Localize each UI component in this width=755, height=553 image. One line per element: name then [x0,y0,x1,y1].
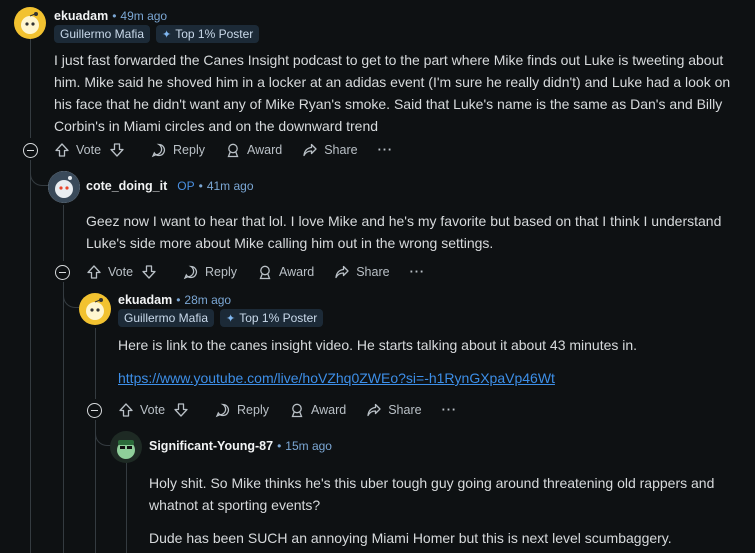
user-flair: Guillermo Mafia [118,309,215,327]
snoo-avatar-icon [86,298,104,320]
separator-dot: • [198,179,203,193]
downvote-icon [174,403,188,417]
avatar[interactable] [48,171,80,203]
upvote-button[interactable]: Vote [86,264,133,280]
share-icon [367,403,381,417]
comment-actions: Vote Reply Award Share ··· [54,142,413,158]
upvote-button[interactable]: Vote [54,142,101,158]
top-poster-flair: ✦ Top 1% Poster [220,309,324,327]
share-label: Share [324,143,358,157]
thread-line [30,160,31,553]
vote-label: Vote [76,143,102,157]
separator-dot: • [176,293,181,307]
award-label: Award [279,265,315,279]
comment-actions: Vote Reply Award Share ··· [118,402,477,418]
downvote-button[interactable] [141,264,163,280]
username[interactable]: ekuadam [118,293,172,307]
snoo-avatar-icon [48,171,80,203]
vote-label: Vote [108,265,134,279]
snoo-avatar-icon [117,440,135,459]
comment-body: Holy shit. So Mike thinks he's this uber… [149,475,715,513]
share-label: Share [356,265,390,279]
reply-button[interactable]: Reply [183,264,237,280]
more-options-button[interactable]: ··· [378,143,394,157]
avatar[interactable] [79,293,111,325]
award-label: Award [247,143,283,157]
comment-body: I just fast forwarded the Canes Insight … [54,52,731,134]
timestamp: 15m ago [285,439,332,453]
upvote-icon [87,265,101,279]
reply-button[interactable]: Reply [151,142,205,158]
collapse-thread-button[interactable] [55,265,70,280]
award-icon [291,403,303,418]
separator-dot: • [112,9,117,23]
comment-body-paragraph: Dude has been SUCH an annoying Miami Hom… [149,530,672,546]
upvote-icon [119,403,133,417]
sparkle-icon: ✦ [162,28,172,41]
more-options-button[interactable]: ··· [410,265,426,279]
youtube-link[interactable]: https://www.youtube.com/live/hoVZhq0ZWEo… [118,370,555,386]
share-label: Share [388,403,422,417]
thread-line [30,38,31,138]
snoo-avatar-icon [21,12,39,34]
collapse-thread-button[interactable] [23,143,38,158]
top-poster-flair: ✦ Top 1% Poster [156,25,260,43]
reply-button[interactable]: Reply [215,402,269,418]
share-button[interactable]: Share [366,402,422,418]
comment-actions: Vote Reply Award Share ··· [86,264,445,280]
downvote-icon [142,265,156,279]
award-button[interactable]: Award [225,142,282,158]
award-icon [227,143,239,158]
thread-connector [63,282,79,308]
reply-icon [215,403,230,418]
downvote-button[interactable] [109,142,131,158]
share-icon [303,143,317,157]
reply-label: Reply [205,265,237,279]
thread-connector [30,160,48,186]
user-flair: Guillermo Mafia [54,25,151,43]
thread-line [63,282,64,553]
thread-line [63,205,64,261]
upvote-icon [55,143,69,157]
timestamp: 28m ago [184,293,232,307]
award-icon [259,265,271,280]
downvote-button[interactable] [173,402,195,418]
award-label: Award [311,403,347,417]
vote-label: Vote [140,403,166,417]
thread-line [126,463,127,553]
award-button[interactable]: Award [257,264,314,280]
op-badge: OP [177,179,195,193]
comment-body: Geez now I want to hear that lol. I love… [86,213,722,251]
avatar[interactable] [14,7,46,39]
share-button[interactable]: Share [302,142,358,158]
timestamp: 41m ago [206,179,254,193]
username[interactable]: Significant-Young-87 [149,439,273,453]
award-button[interactable]: Award [289,402,346,418]
username[interactable]: ekuadam [54,9,108,23]
username[interactable]: cote_doing_it [86,179,167,193]
downvote-icon [110,143,124,157]
collapse-thread-button[interactable] [87,403,102,418]
thread-connector [95,420,111,446]
share-button[interactable]: Share [334,264,390,280]
thread-line [95,328,96,399]
reply-label: Reply [237,403,269,417]
sparkle-icon: ✦ [226,312,236,325]
reply-label: Reply [173,143,205,157]
timestamp: 49m ago [120,9,168,23]
more-options-button[interactable]: ··· [442,403,458,417]
separator-dot: • [277,439,282,453]
share-icon [335,265,349,279]
upvote-button[interactable]: Vote [118,402,165,418]
reply-icon [151,143,166,158]
reply-icon [183,265,198,280]
avatar[interactable] [110,431,142,463]
comment-body: Here is link to the canes insight video.… [118,337,638,353]
